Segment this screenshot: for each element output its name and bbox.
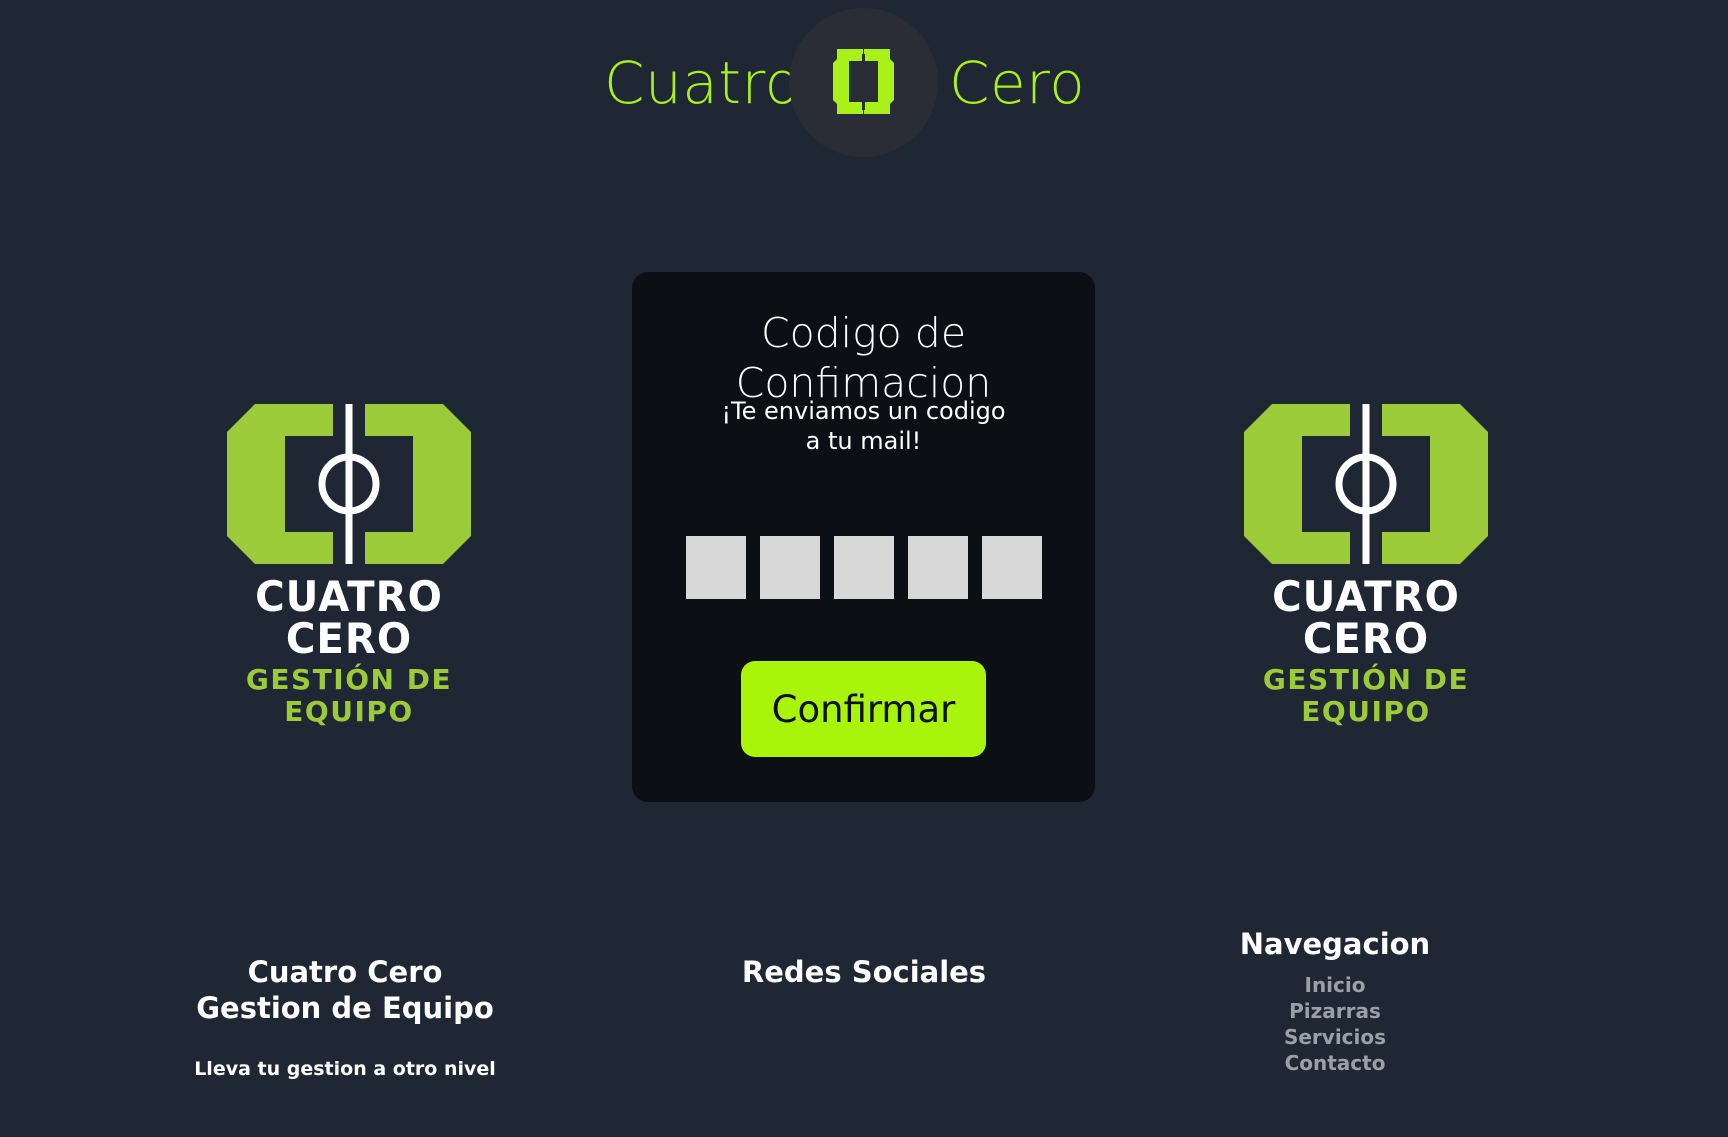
nav-link-inicio[interactable]: Inicio <box>1200 972 1470 998</box>
footer-nav-title: Navegacion <box>1239 927 1431 961</box>
logo-title: CUATRO CERO <box>255 572 443 663</box>
cuatro-cero-emblem-icon <box>1244 404 1488 564</box>
footer-brand: Cuatro Cero Gestion de Equipo Lleva tu g… <box>190 954 500 1080</box>
logo-subtitle: GESTIÓN DE EQUIPO <box>1262 663 1470 728</box>
brand-name-left: Cuatro <box>604 49 801 117</box>
nav-link-pizarras[interactable]: Pizarras <box>1200 998 1470 1024</box>
left-brand-logo: CUATRO CERO GESTIÓN DE EQUIPO <box>184 400 514 728</box>
footer-navigation: Navegacion Inicio Pizarras Servicios Con… <box>1200 926 1470 1076</box>
code-digit-4[interactable] <box>908 536 968 599</box>
logo-title: CUATRO CERO <box>1272 572 1460 663</box>
card-message-line2: a tu mail! <box>805 427 922 455</box>
card-title: Codigo de Confimacion <box>735 309 992 407</box>
nav-link-servicios[interactable]: Servicios <box>1200 1024 1470 1050</box>
header-logo[interactable] <box>789 8 938 157</box>
card-message-line1: ¡Te enviamos un codigo <box>721 397 1006 425</box>
footer-social: Redes Sociales <box>700 954 1028 990</box>
code-input-group <box>686 536 1042 599</box>
card-message: ¡Te enviamos un codigo a tu mail! <box>712 396 1015 456</box>
code-digit-2[interactable] <box>760 536 820 599</box>
footer-social-title: Redes Sociales <box>741 955 987 989</box>
footer-brand-title-line1: Cuatro Cero <box>247 955 443 989</box>
cuatro-cero-emblem-icon <box>227 404 471 564</box>
code-digit-1[interactable] <box>686 536 746 599</box>
confirm-button[interactable]: Confirmar <box>741 661 986 757</box>
code-digit-5[interactable] <box>982 536 1042 599</box>
bracket-circle-logo-icon <box>833 49 894 114</box>
logo-subtitle: GESTIÓN DE EQUIPO <box>245 663 453 728</box>
confirmation-card: Codigo de Confimacion ¡Te enviamos un co… <box>632 272 1095 802</box>
footer-brand-title-line2: Gestion de Equipo <box>196 991 494 1025</box>
right-brand-logo: CUATRO CERO GESTIÓN DE EQUIPO <box>1201 400 1531 728</box>
code-digit-3[interactable] <box>834 536 894 599</box>
nav-link-contacto[interactable]: Contacto <box>1200 1050 1470 1076</box>
brand-name-right: Cero <box>949 49 1086 117</box>
footer-tagline: Lleva tu gestion a otro nivel <box>194 1058 496 1080</box>
footer-nav-list: Inicio Pizarras Servicios Contacto <box>1200 972 1470 1076</box>
